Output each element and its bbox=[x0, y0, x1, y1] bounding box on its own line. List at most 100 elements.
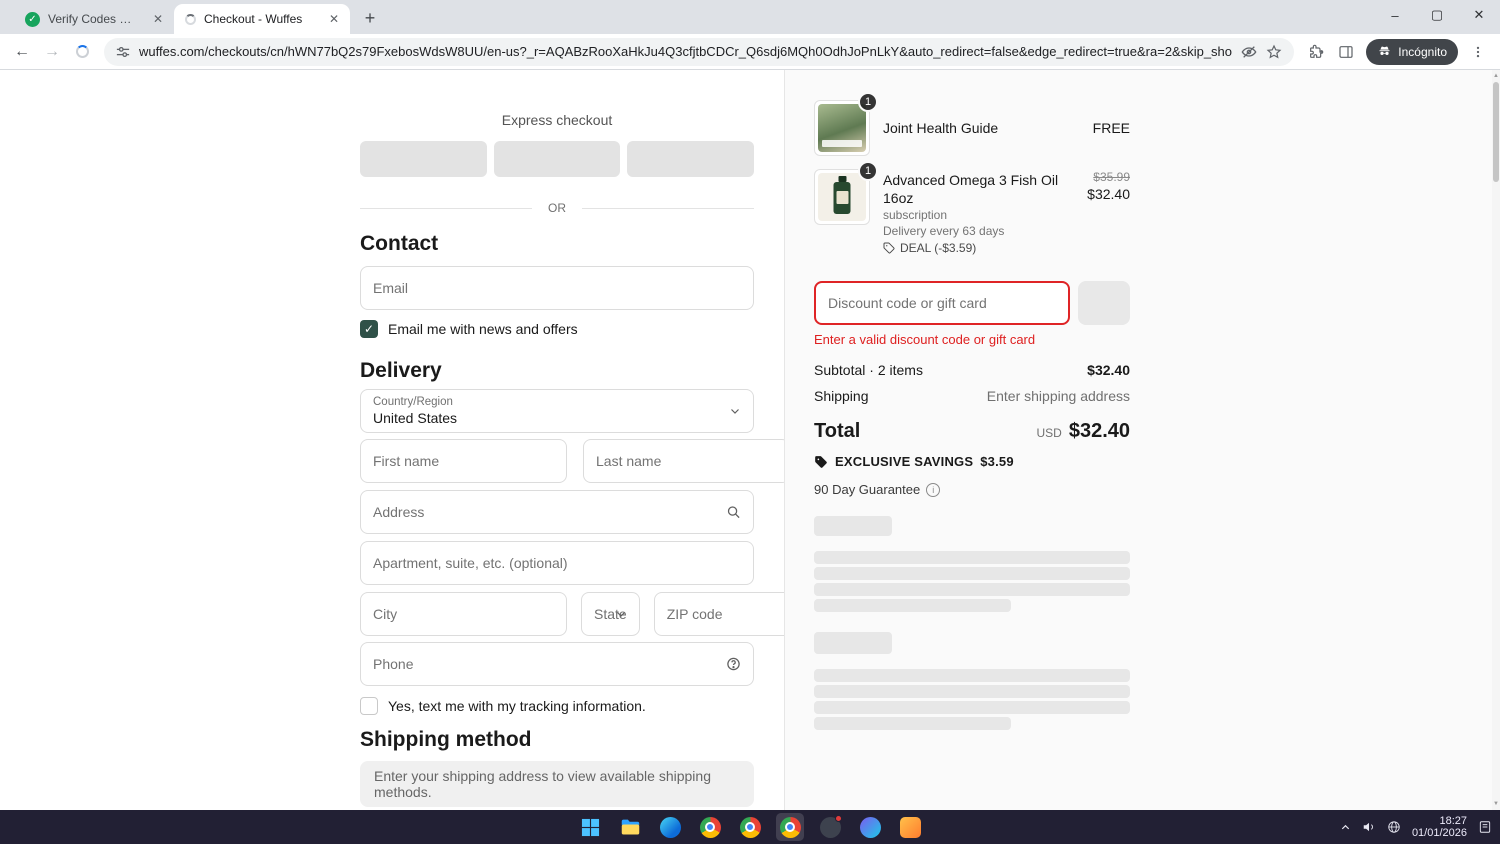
page-scrollbar[interactable]: ▲ ▼ bbox=[1492, 70, 1500, 810]
cart-item: 1 Joint Health Guide FREE bbox=[814, 92, 1130, 156]
country-label: Country/Region bbox=[373, 396, 453, 408]
savings-label: EXCLUSIVE SAVINGS bbox=[835, 454, 974, 469]
apartment-field[interactable] bbox=[360, 541, 754, 585]
incognito-badge: Incógnito bbox=[1366, 38, 1458, 65]
delivery-heading: Delivery bbox=[360, 359, 442, 382]
site-info-icon[interactable] bbox=[116, 45, 130, 59]
last-name-input[interactable] bbox=[596, 453, 777, 469]
price-was: $35.99 bbox=[1093, 170, 1130, 184]
help-icon[interactable] bbox=[726, 657, 741, 672]
maximize-button[interactable]: ▢ bbox=[1416, 0, 1458, 30]
close-icon[interactable]: ✕ bbox=[326, 11, 342, 27]
chrome-browser-icon-active[interactable] bbox=[776, 813, 804, 841]
checkout-main: Express checkout OR Contact ✓ Email me w… bbox=[0, 70, 784, 810]
zip-field[interactable] bbox=[653, 592, 784, 636]
loading-skeleton bbox=[814, 669, 1130, 682]
new-tab-button[interactable]: + bbox=[357, 5, 383, 31]
discount-code-input[interactable] bbox=[814, 281, 1070, 325]
scroll-up-arrow-icon[interactable]: ▲ bbox=[1492, 71, 1500, 81]
first-name-input[interactable] bbox=[373, 453, 554, 469]
loading-spinner-icon bbox=[185, 13, 196, 25]
edge-browser-icon[interactable] bbox=[656, 813, 684, 841]
apartment-input[interactable] bbox=[373, 555, 741, 571]
shipping-method-heading: Shipping method bbox=[360, 728, 532, 751]
bookmark-star-icon[interactable] bbox=[1266, 44, 1282, 60]
close-window-button[interactable]: ✕ bbox=[1458, 0, 1500, 30]
city-field[interactable] bbox=[360, 592, 567, 636]
menu-dots-icon[interactable] bbox=[1464, 38, 1492, 66]
sms-tracking-checkbox[interactable] bbox=[360, 697, 378, 715]
subtotal-label: Subtotal · 2 items bbox=[814, 362, 923, 378]
fish-oil-bottle-image bbox=[818, 173, 866, 221]
chrome-browser-icon[interactable] bbox=[736, 813, 764, 841]
email-field[interactable] bbox=[360, 266, 754, 310]
last-name-field[interactable] bbox=[583, 439, 784, 483]
phone-field[interactable] bbox=[360, 642, 754, 686]
incognito-label: Incógnito bbox=[1398, 44, 1447, 59]
loading-skeleton bbox=[814, 516, 892, 536]
state-select[interactable]: State bbox=[581, 592, 640, 636]
deal-tag-icon bbox=[883, 242, 895, 254]
address-field[interactable] bbox=[360, 490, 754, 534]
address-bar[interactable]: wuffes.com/checkouts/cn/hWN77bQ2s79Fxebo… bbox=[104, 37, 1295, 66]
quantity-badge: 1 bbox=[858, 161, 878, 181]
tab-checkout-wuffes[interactable]: Checkout - Wuffes ✕ bbox=[174, 4, 350, 34]
shipping-label: Shipping bbox=[814, 388, 869, 404]
forward-button[interactable]: → bbox=[38, 38, 66, 66]
extensions-icon[interactable] bbox=[1302, 38, 1330, 66]
side-panel-icon[interactable] bbox=[1332, 38, 1360, 66]
price-now: $32.40 bbox=[1087, 186, 1130, 202]
simplycodes-check-icon: ✓ bbox=[25, 11, 40, 27]
taskbar-clock[interactable]: 18:27 01/01/2026 bbox=[1412, 815, 1467, 840]
tray-chevron-up-icon[interactable] bbox=[1340, 822, 1351, 833]
sms-tracking-label: Yes, text me with my tracking informatio… bbox=[388, 698, 646, 714]
loading-skeleton bbox=[814, 567, 1130, 580]
file-explorer-icon[interactable] bbox=[616, 813, 644, 841]
zip-input[interactable] bbox=[666, 606, 784, 622]
back-button[interactable]: ← bbox=[8, 38, 36, 66]
joint-health-guide-image bbox=[818, 104, 866, 152]
scroll-down-arrow-icon[interactable]: ▼ bbox=[1492, 799, 1500, 809]
loading-skeleton bbox=[814, 599, 1011, 612]
news-offers-row[interactable]: ✓ Email me with news and offers bbox=[360, 320, 754, 338]
apply-button[interactable] bbox=[1078, 281, 1130, 325]
address-input[interactable] bbox=[373, 504, 741, 520]
first-name-field[interactable] bbox=[360, 439, 567, 483]
item-price: FREE bbox=[1092, 120, 1130, 136]
email-input[interactable] bbox=[373, 280, 741, 296]
page-loading-spinner-icon bbox=[75, 45, 89, 58]
country-select[interactable]: Country/Region United States bbox=[360, 389, 754, 433]
tab-verify-codes[interactable]: ✓ Verify Codes — SimplyCodes ✕ bbox=[14, 4, 174, 34]
express-button-skeleton bbox=[493, 141, 621, 177]
shipping-notice: Enter your shipping address to view avai… bbox=[360, 761, 754, 807]
info-icon[interactable]: i bbox=[926, 482, 941, 497]
contact-heading: Contact bbox=[360, 232, 439, 255]
phone-input[interactable] bbox=[373, 656, 741, 672]
dark-app-icon[interactable] bbox=[816, 813, 844, 841]
scrollbar-thumb[interactable] bbox=[1493, 82, 1499, 182]
subtotal-row: Subtotal · 2 items $32.40 bbox=[814, 362, 1130, 378]
network-icon[interactable] bbox=[1387, 820, 1401, 834]
product-thumbnail: 1 bbox=[814, 161, 878, 225]
item-name: Advanced Omega 3 Fish Oil 16oz bbox=[883, 172, 1059, 206]
shipping-value: Enter shipping address bbox=[986, 388, 1130, 404]
reload-button[interactable] bbox=[68, 38, 96, 66]
url-text: wuffes.com/checkouts/cn/hWN77bQ2s79Fxebo… bbox=[139, 44, 1233, 59]
minimize-button[interactable]: – bbox=[1374, 0, 1416, 30]
sms-tracking-row[interactable]: Yes, text me with my tracking informatio… bbox=[360, 697, 754, 715]
orange-app-icon[interactable] bbox=[896, 813, 924, 841]
guarantee-row: 90 Day Guarantee i bbox=[814, 482, 1130, 497]
item-delivery-frequency: Delivery every 63 days bbox=[883, 224, 1005, 238]
start-button[interactable] bbox=[576, 813, 604, 841]
notifications-icon[interactable] bbox=[1478, 820, 1492, 834]
tab-title: Verify Codes — SimplyCodes bbox=[48, 12, 142, 26]
purple-app-icon[interactable] bbox=[856, 813, 884, 841]
close-icon[interactable]: ✕ bbox=[150, 11, 166, 27]
chrome-browser-icon[interactable] bbox=[696, 813, 724, 841]
tab-title: Checkout - Wuffes bbox=[204, 12, 303, 26]
news-offers-checkbox[interactable]: ✓ bbox=[360, 320, 378, 338]
eye-off-icon[interactable] bbox=[1241, 44, 1257, 60]
volume-icon[interactable] bbox=[1362, 820, 1376, 834]
express-checkout-label: Express checkout bbox=[501, 112, 613, 128]
city-input[interactable] bbox=[373, 606, 554, 622]
